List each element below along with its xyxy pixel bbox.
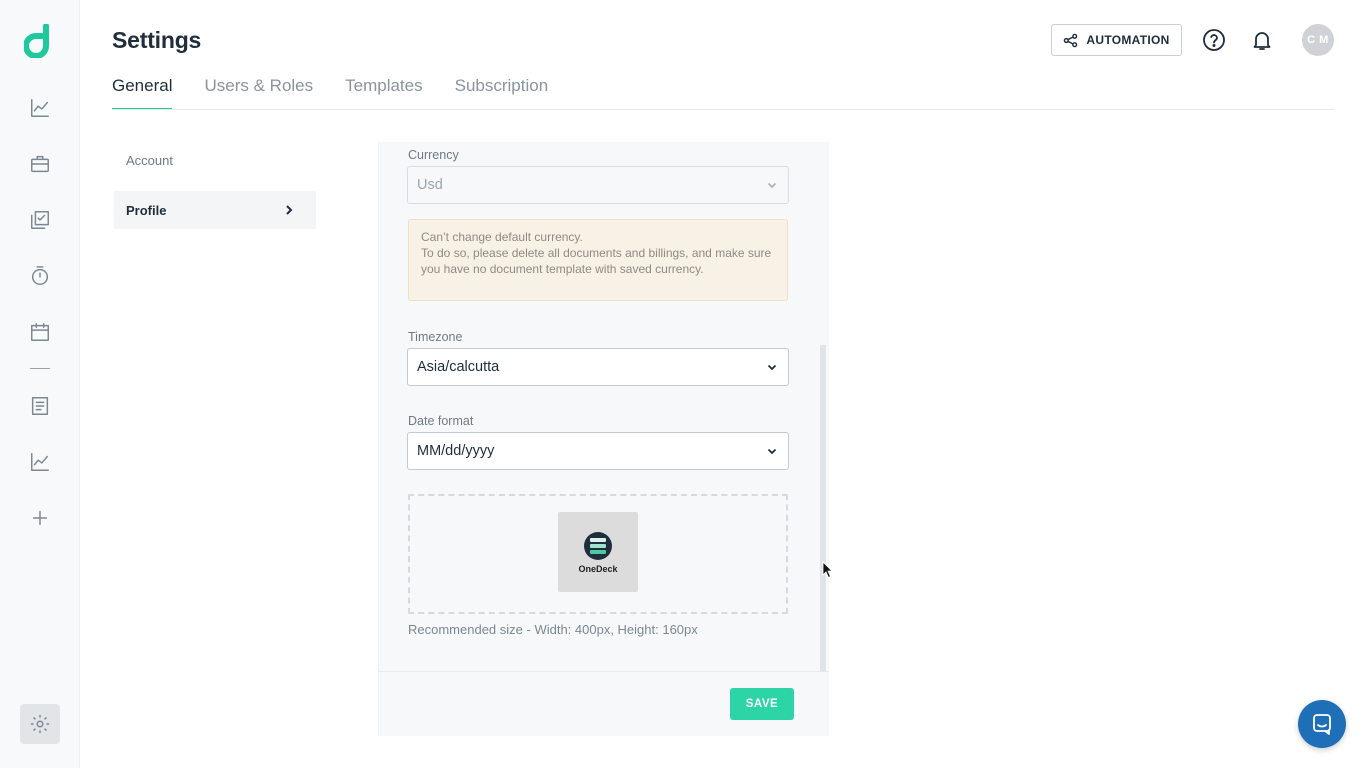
automation-label: AUTOMATION (1086, 33, 1170, 47)
line-chart-icon[interactable] (28, 96, 52, 120)
help-icon[interactable] (1202, 28, 1226, 52)
automation-button[interactable]: AUTOMATION (1051, 24, 1182, 56)
chat-launcher-button[interactable] (1298, 700, 1346, 748)
chevron-down-icon (766, 361, 778, 373)
submenu-item-account[interactable]: Account (126, 153, 173, 168)
document-icon[interactable] (28, 394, 52, 418)
timezone-label: Timezone (408, 330, 463, 344)
calendar-icon[interactable] (28, 320, 52, 344)
logo-preview: OneDeck (558, 512, 638, 592)
tab-templates[interactable]: Templates (345, 74, 422, 110)
share-nodes-icon (1063, 33, 1078, 48)
currency-select: Usd (407, 166, 789, 204)
date-format-select[interactable]: MM/dd/yyyy (407, 432, 789, 470)
chevron-down-icon (766, 179, 778, 191)
settings-button[interactable] (20, 704, 60, 744)
save-button[interactable]: SAVE (730, 688, 794, 720)
stacked-check-icon[interactable] (28, 208, 52, 232)
plus-icon[interactable] (28, 506, 52, 530)
page-title: Settings (112, 27, 202, 53)
gear-icon (29, 713, 51, 735)
stopwatch-icon[interactable] (28, 264, 52, 288)
onedeck-logo-icon (584, 532, 612, 560)
mouse-cursor-icon (822, 561, 833, 579)
logo-size-hint: Recommended size - Width: 400px, Height:… (408, 622, 698, 637)
warning-text: To do so, please delete all documents an… (421, 246, 772, 276)
settings-tabs: General Users & Roles Templates Subscrip… (112, 74, 548, 110)
panel-scrollbar[interactable] (820, 345, 826, 671)
tab-users-roles[interactable]: Users & Roles (204, 74, 313, 110)
warning-title: Can’t change default currency. (421, 230, 583, 244)
tab-subscription[interactable]: Subscription (455, 74, 549, 110)
date-format-label: Date format (408, 414, 474, 428)
submenu-item-profile[interactable]: Profile (114, 191, 316, 229)
logo-caption: OneDeck (578, 564, 618, 574)
bell-icon[interactable] (1250, 28, 1274, 52)
currency-label: Currency (408, 148, 459, 162)
briefcase-icon[interactable] (28, 152, 52, 176)
left-rail (0, 0, 80, 768)
rail-divider (30, 368, 50, 369)
timezone-select[interactable]: Asia/calcutta (407, 348, 789, 386)
currency-value: Usd (417, 177, 443, 193)
chevron-down-icon (766, 445, 778, 457)
date-format-value: MM/dd/yyyy (417, 443, 495, 459)
tabs-divider (112, 109, 1334, 110)
panel-footer-divider (378, 671, 829, 672)
line-chart-icon[interactable] (28, 450, 52, 474)
currency-warning: Can’t change default currency. To do so,… (408, 219, 788, 301)
app-logo[interactable] (23, 23, 56, 59)
timezone-value: Asia/calcutta (417, 359, 500, 375)
chat-icon (1310, 712, 1334, 736)
tab-general[interactable]: General (112, 74, 173, 110)
chevron-right-icon (282, 203, 296, 217)
submenu-item-label: Profile (126, 202, 167, 218)
avatar[interactable]: C M (1302, 24, 1334, 56)
